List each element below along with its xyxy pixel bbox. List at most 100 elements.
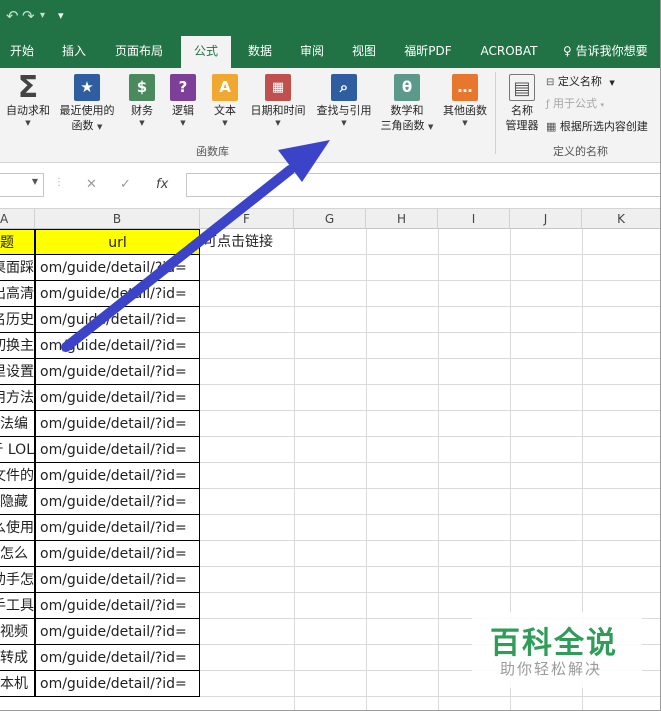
cell-a[interactable]: 转成 [0,645,35,671]
cell-f1-note[interactable]: 可点击链接 [203,229,273,255]
define-name-button[interactable]: ⊟ 定义名称 ▼ [546,74,615,91]
cell-b[interactable]: om/guide/detail/?id= [35,411,200,437]
table-row: 隐藏 om/guide/detail/?id= [0,489,660,515]
autosum-button[interactable]: Σ 自动求和 ▼ [2,72,54,128]
tell-me-box[interactable]: ♀ 告诉我你想要 [563,34,648,68]
cell-a[interactable]: 法编 [0,411,35,437]
cell-a[interactable]: 里设置 [0,359,35,385]
cell-a[interactable]: 手工具 [0,593,35,619]
chevron-down-icon: ▼ [180,119,186,127]
cell-b[interactable]: om/guide/detail/?id= [35,333,200,359]
name-manager-button[interactable]: ▤ 名称 管理器 [500,72,544,133]
cell-a[interactable]: 出高清 [0,281,35,307]
cell-a[interactable]: 用方法 [0,385,35,411]
defined-names-group-label: 定义的名称 [553,145,608,158]
cell-b[interactable]: om/guide/detail/?id= [35,645,200,671]
column-header-j[interactable]: J [510,209,582,229]
cell-a[interactable]: 名历史 [0,307,35,333]
math-trig-button[interactable]: θ 数学和 三角函数 ▼ [376,72,438,133]
logic-book-icon: ? [170,74,196,101]
name-box[interactable]: ▼ [0,173,44,197]
table-row: 切换主om/guide/detail/?id= [0,333,660,359]
tab-home[interactable]: 开始 [0,34,44,68]
cell-a[interactable]: 切换主 [0,333,35,359]
chevron-down-icon: ▼ [462,119,468,127]
date-time-button[interactable]: ▦ 日期和时间 ▼ [246,72,310,128]
name-manager-label: 名称 [511,104,533,117]
watermark-title: 百科全说 [490,626,618,661]
lookup-reference-button[interactable]: ⌕ 查找与引用 ▼ [312,72,376,128]
cell-b[interactable]: om/guide/detail/?id= [35,515,200,541]
tab-view[interactable]: 视图 [342,34,386,68]
recently-used-label: 最近使用的 [59,104,115,117]
cell-a[interactable]: 隐藏 [0,489,35,515]
watermark-subtitle: 助你轻松解决 [500,660,603,678]
cancel-icon[interactable]: ✕ [86,177,97,192]
cell-b[interactable]: om/guide/detail/?id= [35,385,200,411]
cell-a-header[interactable]: 题 [0,229,35,255]
chevron-down-icon: ▾ [600,101,605,109]
table-row: 用方法om/guide/detail/?id= [0,385,660,411]
use-in-formula-button[interactable]: ƒ 用于公式 ▾ [546,96,604,113]
tab-acrobat[interactable]: ACROBAT [472,34,546,68]
column-header-i[interactable]: I [438,209,510,229]
redo-icon[interactable]: ↷ [22,7,35,25]
cell-a[interactable]: 于 LOL [0,437,35,463]
cell-b[interactable]: om/guide/detail/?id= [35,307,200,333]
cell-b[interactable]: om/guide/detail/?id= [35,593,200,619]
column-header-f[interactable]: F [200,209,294,229]
enter-icon[interactable]: ✓ [120,177,131,192]
cell-b[interactable]: om/guide/detail/?id= [35,359,200,385]
cell-a[interactable]: 怎么 [0,541,35,567]
column-header-a[interactable]: A [0,209,35,229]
cell-b[interactable]: om/guide/detail/?id= [35,619,200,645]
cell-b[interactable]: om/guide/detail/?id= [35,567,200,593]
redo-dropdown-icon[interactable]: ▾ [40,7,45,25]
cell-b[interactable]: om/guide/detail/?id= [35,541,200,567]
more-functions-button[interactable]: … 其他函数 ▼ [438,72,492,128]
table-icon: ▦ [546,120,557,133]
tab-formulas[interactable]: 公式 [181,36,231,68]
cell-a[interactable]: 文件的 [0,463,35,489]
undo-icon[interactable]: ↶ [6,7,19,25]
chevron-down-icon[interactable]: ▼ [32,177,38,186]
table-row: 怎么 om/guide/detail/?id= [0,541,660,567]
formula-input[interactable] [186,173,660,197]
tab-foxit-pdf[interactable]: 福昕PDF [398,34,458,68]
cell-b[interactable]: om/guide/detail/?id= [35,255,200,281]
cell-a[interactable]: 桌面踩 [0,255,35,281]
cell-a[interactable]: 助手怎 [0,567,35,593]
cell-b[interactable]: om/guide/detail/?id= [35,281,200,307]
customize-qat-icon[interactable]: ▾ [58,7,64,25]
table-row: 于 LOLom/guide/detail/?id= [0,437,660,463]
tab-review[interactable]: 审阅 [290,34,334,68]
insert-function-icon[interactable]: fx [156,177,168,192]
column-header-g[interactable]: G [294,209,366,229]
chevron-down-icon: ▼ [222,119,228,127]
table-row: 出高清om/guide/detail/?id= [0,281,660,307]
cell-a[interactable]: 视频 [0,619,35,645]
financial-label: 财务 [131,104,153,117]
column-header-b[interactable]: B [35,209,200,229]
cell-a[interactable]: 么使用 [0,515,35,541]
cell-b[interactable]: om/guide/detail/?id= [35,463,200,489]
column-header-h[interactable]: H [366,209,438,229]
cell-b[interactable]: om/guide/detail/?id= [35,671,200,697]
text-functions-button[interactable]: A 文本 ▼ [208,72,242,128]
tab-page-layout[interactable]: 页面布局 [106,34,172,68]
recently-used-button[interactable]: ★ 最近使用的 函数 ▼ [56,72,118,133]
cell-b[interactable]: om/guide/detail/?id= [35,437,200,463]
cell-a[interactable]: 本机 [0,671,35,697]
logical-button[interactable]: ? 逻辑 ▼ [166,72,200,128]
column-headers: A B F G H I J K [0,209,660,229]
cell-b-header[interactable]: url [35,229,200,255]
cell-b[interactable]: om/guide/detail/?id= [35,489,200,515]
ribbon-formulas: Σ 自动求和 ▼ ★ 最近使用的 函数 ▼ $ 财务 ▼ ? 逻辑 ▼ A 文本… [0,68,660,163]
financial-button[interactable]: $ 财务 ▼ [124,72,160,128]
column-header-k[interactable]: K [582,209,660,229]
tab-insert[interactable]: 插入 [52,34,96,68]
create-from-selection-button[interactable]: ▦ 根据所选内容创建 [546,119,648,135]
tab-data[interactable]: 数据 [238,34,282,68]
formula-bar: ▼ ⋮ ✕ ✓ fx [0,163,660,209]
chevron-down-icon: ▼ [25,119,31,127]
